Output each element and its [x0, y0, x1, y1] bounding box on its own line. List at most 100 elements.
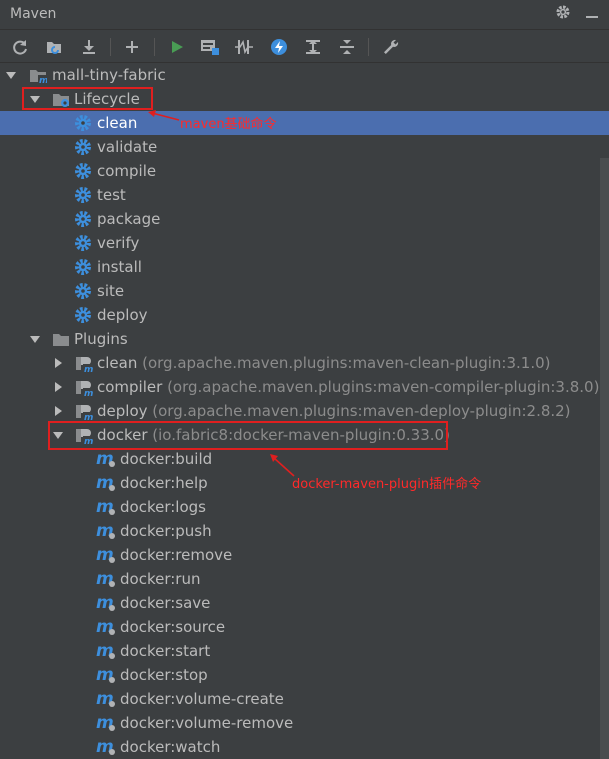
maven-project-icon: m [28, 65, 48, 85]
expand-arrow-icon[interactable] [5, 69, 17, 81]
goal-label: docker:save [120, 594, 211, 612]
plugin-compiler[interactable]: m compiler (org.apache.maven.plugins:mave… [0, 375, 609, 399]
lifecycle-goal-install[interactable]: install [0, 255, 609, 279]
plugins-label: Plugins [74, 330, 128, 348]
reimport-icon[interactable] [9, 36, 31, 58]
plugin-name: compiler [97, 378, 163, 396]
lifecycle-goal-test[interactable]: test [0, 183, 609, 207]
docker-goal-docker-save[interactable]: m docker:save [0, 591, 609, 615]
lifecycle-goal-verify[interactable]: verify [0, 231, 609, 255]
goal-label: test [97, 186, 126, 204]
toggle-offline-icon[interactable] [233, 36, 255, 58]
plugin-coordinates: (org.apache.maven.plugins:maven-clean-pl… [142, 354, 551, 372]
show-dependencies-icon[interactable] [302, 36, 324, 58]
docker-plugin-highlight-box [48, 421, 448, 450]
tool-window-title: Maven [10, 6, 57, 22]
gear-icon [73, 137, 93, 157]
lifecycle-goal-package[interactable]: package [0, 207, 609, 231]
lifecycle-annotation-text: maven基础命令 [180, 117, 277, 132]
goal-label: docker:volume-create [120, 690, 284, 708]
expand-arrow-icon[interactable] [29, 333, 41, 345]
goal-label: docker:run [120, 570, 201, 588]
docker-goal-docker-volume-create[interactable]: m docker:volume-create [0, 687, 609, 711]
tree-node-project[interactable]: m mall-tiny-fabric [0, 63, 609, 87]
goal-label: docker:build [120, 450, 213, 468]
lifecycle-goal-clean[interactable]: clean [0, 111, 609, 135]
lifecycle-goal-deploy[interactable]: deploy [0, 303, 609, 327]
goal-label: install [97, 258, 142, 276]
plugin-name: deploy [97, 402, 148, 420]
plugin-clean[interactable]: m clean (org.apache.maven.plugins:maven-c… [0, 351, 609, 375]
gear-icon [73, 161, 93, 181]
lifecycle-goal-compile[interactable]: compile [0, 159, 609, 183]
collapsed-arrow-icon[interactable] [52, 357, 64, 369]
docker-goal-docker-run[interactable]: m docker:run [0, 567, 609, 591]
plugin-coordinates: (org.apache.maven.plugins:maven-deploy-p… [152, 402, 571, 420]
project-name: mall-tiny-fabric [52, 66, 166, 84]
docker-goal-docker-push[interactable]: m docker:push [0, 519, 609, 543]
download-icon[interactable] [78, 36, 100, 58]
goal-label: docker:logs [120, 498, 206, 516]
svg-text:m: m [39, 76, 47, 84]
collapsed-arrow-icon[interactable] [52, 405, 64, 417]
goal-label: docker:start [120, 642, 211, 660]
lifecycle-goal-validate[interactable]: validate [0, 135, 609, 159]
skip-tests-icon[interactable] [268, 36, 290, 58]
run-icon[interactable] [166, 36, 188, 58]
plugin-label: clean (org.apache.maven.plugins:maven-cl… [97, 354, 551, 372]
add-icon[interactable] [121, 36, 143, 58]
docker-goal-docker-build[interactable]: m docker:build [0, 447, 609, 471]
settings-gear-icon[interactable] [555, 4, 571, 24]
docker-goal-docker-watch[interactable]: m docker:watch [0, 735, 609, 759]
goal-label: docker:help [120, 474, 208, 492]
maven-goal-icon: m [96, 737, 116, 757]
svg-text:m: m [84, 413, 93, 420]
collapse-all-icon[interactable] [336, 36, 358, 58]
plugin-label: compiler (org.apache.maven.plugins:maven… [97, 378, 599, 396]
docker-goal-docker-remove[interactable]: m docker:remove [0, 543, 609, 567]
maven-goal-icon: m [96, 617, 116, 637]
svg-text:m: m [84, 365, 93, 372]
toolbar-separator [154, 38, 155, 56]
vertical-scrollbar[interactable] [600, 158, 609, 759]
collapsed-arrow-icon[interactable] [52, 381, 64, 393]
maven-project-tree: m mall-tiny-fabric Lifecycle cleanvalida… [0, 63, 609, 759]
maven-goal-icon: m [96, 689, 116, 709]
generate-sources-icon[interactable] [43, 36, 65, 58]
goal-label: validate [97, 138, 158, 156]
plugin-deploy[interactable]: m deploy (org.apache.maven.plugins:maven-… [0, 399, 609, 423]
lifecycle-goal-site[interactable]: site [0, 279, 609, 303]
maven-goal-icon: m [96, 593, 116, 613]
docker-goal-docker-start[interactable]: m docker:start [0, 639, 609, 663]
plugin-label: deploy (org.apache.maven.plugins:maven-d… [97, 402, 571, 420]
maven-goal-icon: m [96, 569, 116, 589]
plugin-name: clean [97, 354, 138, 372]
maven-goal-icon: m [96, 665, 116, 685]
gear-icon [73, 305, 93, 325]
tool-window-header: Maven [0, 0, 609, 30]
maven-goal-icon: m [96, 449, 116, 469]
hide-minimize-icon[interactable] [585, 5, 599, 24]
maven-goal-icon: m [96, 641, 116, 661]
docker-goal-docker-stop[interactable]: m docker:stop [0, 663, 609, 687]
docker-goal-docker-volume-remove[interactable]: m docker:volume-remove [0, 711, 609, 735]
svg-text:m: m [84, 389, 93, 396]
goal-label: compile [97, 162, 157, 180]
gear-icon [73, 209, 93, 229]
maven-goal-icon: m [96, 521, 116, 541]
goal-label: docker:source [120, 618, 226, 636]
execute-goal-icon[interactable] [199, 36, 221, 58]
toolbar-separator [368, 38, 369, 56]
docker-goal-docker-logs[interactable]: m docker:logs [0, 495, 609, 519]
lifecycle-highlight-box [22, 87, 153, 110]
goal-label: docker:watch [120, 738, 221, 756]
maven-goal-icon: m [96, 713, 116, 733]
docker-annotation-text: docker-maven-plugin插件命令 [292, 477, 482, 492]
settings-wrench-icon[interactable] [380, 36, 402, 58]
docker-goal-docker-source[interactable]: m docker:source [0, 615, 609, 639]
plugin-icon: m [74, 377, 94, 397]
goal-label: docker:push [120, 522, 212, 540]
tree-node-plugins[interactable]: Plugins [0, 327, 609, 351]
goal-label: deploy [97, 306, 148, 324]
plugins-folder-icon [51, 329, 71, 349]
